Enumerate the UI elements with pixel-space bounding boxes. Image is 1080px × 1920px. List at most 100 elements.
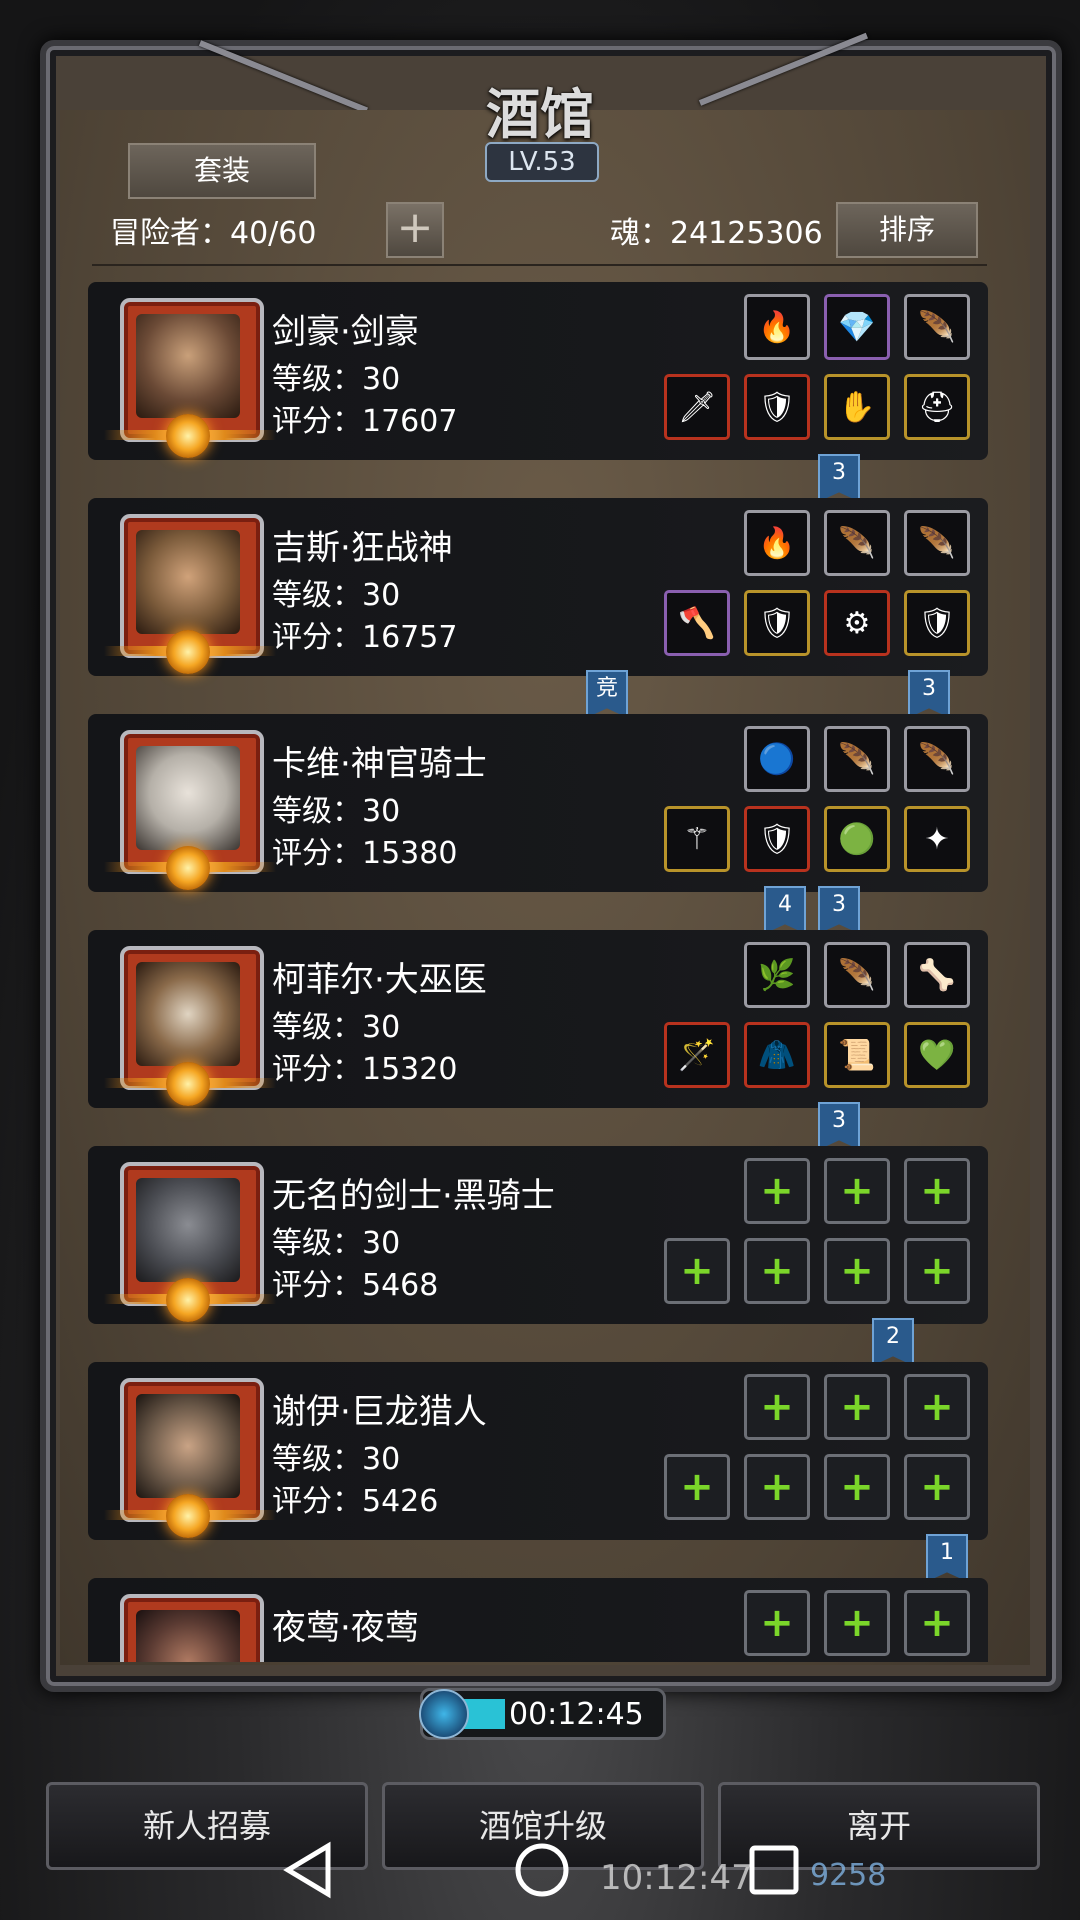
hero-level: 等级：30 [272, 362, 401, 397]
empty-slot-plus-icon[interactable]: + [744, 1158, 810, 1224]
rank-emblem-icon [166, 846, 210, 890]
empty-slot-plus-icon[interactable]: + [904, 1590, 970, 1656]
empty-slot-plus-icon[interactable]: + [744, 1590, 810, 1656]
robe-icon[interactable]: 🧥 [744, 1022, 810, 1088]
green-orb-icon[interactable]: 🟢 [824, 806, 890, 872]
hero-name: 柯菲尔·大巫医 [272, 960, 487, 1000]
home-icon[interactable] [512, 1840, 572, 1900]
hero-name: 无名的剑士·黑骑士 [272, 1176, 555, 1216]
helmet-icon[interactable]: ⛑ [904, 374, 970, 440]
hero-level: 等级：30 [272, 1442, 401, 1477]
hero-score: 评分：5468 [272, 1268, 439, 1303]
rank-emblem-icon [166, 1062, 210, 1106]
hero-card[interactable]: 吉斯·狂战神 等级：30 评分：16757 🔥 🪶 🪶 🪓 🛡 ⚙ 🛡 [88, 498, 988, 676]
hero-card[interactable]: 柯菲尔·大巫医 等级：30 评分：15320 🌿 🪶 🦴 🪄 🧥 📜 💚 [88, 930, 988, 1108]
empty-slot-plus-icon[interactable]: + [744, 1454, 810, 1520]
rank-emblem-icon [166, 1494, 210, 1538]
empty-slot-plus-icon[interactable]: + [744, 1374, 810, 1440]
empty-slot-plus-icon[interactable]: + [824, 1238, 890, 1304]
hero-list[interactable]: 剑豪·剑豪 等级：30 评分：17607 🔥 💎 🪶 🗡 🛡 ✋ ⛑ 3 吉斯·… [88, 282, 998, 1662]
hero-face [136, 314, 240, 418]
hero-card[interactable]: 谢伊·巨龙猎人 等级：30 评分：5426 + + + + + + + [88, 1362, 988, 1540]
blue-orb-icon[interactable]: 🔵 [744, 726, 810, 792]
hero-face [136, 1610, 240, 1662]
hero-portrait [120, 1594, 264, 1662]
claw-icon[interactable]: 🦴 [904, 942, 970, 1008]
axe-icon[interactable]: 🪓 [664, 590, 730, 656]
hero-card[interactable]: 无名的剑士·黑骑士 等级：30 评分：5468 + + + + + + + [88, 1146, 988, 1324]
rank-emblem-icon [166, 414, 210, 458]
hero-portrait [104, 730, 276, 890]
wand-icon[interactable]: 🪄 [664, 1022, 730, 1088]
empty-slot-plus-icon[interactable]: + [824, 1374, 890, 1440]
purple-gem-icon[interactable]: 💎 [824, 294, 890, 360]
empty-slot-plus-icon[interactable]: + [904, 1158, 970, 1224]
hero-level: 等级：30 [272, 1226, 401, 1261]
green-gem-icon[interactable]: 💚 [904, 1022, 970, 1088]
hero-face [136, 530, 240, 634]
empty-slot-plus-icon[interactable]: + [664, 1454, 730, 1520]
amulet-icon[interactable]: ✦ [904, 806, 970, 872]
armor-icon[interactable]: 🛡 [744, 806, 810, 872]
empty-slot-plus-icon[interactable]: + [824, 1158, 890, 1224]
hero-score: 评分：15380 [272, 836, 458, 871]
gauntlet-icon[interactable]: ✋ [824, 374, 890, 440]
shield-icon[interactable]: 🛡 [904, 590, 970, 656]
empty-slot-plus-icon[interactable]: + [904, 1374, 970, 1440]
hero-portrait [104, 298, 276, 458]
hero-face [136, 746, 240, 850]
armor-icon[interactable]: 🛡 [744, 374, 810, 440]
back-icon[interactable] [280, 1840, 336, 1900]
empty-slot-plus-icon[interactable]: + [744, 1238, 810, 1304]
green-totem-icon[interactable]: 🌿 [744, 942, 810, 1008]
empty-slot-plus-icon[interactable]: + [904, 1238, 970, 1304]
feather-icon[interactable]: 🪶 [824, 510, 890, 576]
feather-icon[interactable]: 🪶 [824, 726, 890, 792]
upgrade-ribbon: 3 [818, 1102, 860, 1150]
hero-name: 吉斯·狂战神 [272, 528, 453, 568]
upgrade-ribbon: 4 [764, 886, 806, 934]
staff-icon[interactable]: ⚚ [664, 806, 730, 872]
feather-icon[interactable]: 🪶 [904, 726, 970, 792]
hero-card[interactable]: 卡维·神官骑士 等级：30 评分：15380 🔵 🪶 🪶 ⚚ 🛡 🟢 ✦ [88, 714, 988, 892]
recent-apps-icon[interactable] [744, 1840, 804, 1900]
feather-icon[interactable]: 🪶 [824, 942, 890, 1008]
divider [92, 264, 987, 266]
hero-score: 评分：17607 [272, 404, 458, 439]
page-title: 酒馆 [486, 82, 594, 146]
timer-text: 00:12:45 [509, 1697, 644, 1732]
upgrade-timer: 00:12:45 [419, 1688, 666, 1740]
fire-orb-icon[interactable]: 🔥 [744, 510, 810, 576]
sort-button[interactable]: 排序 [836, 202, 978, 258]
hero-score: 评分：16757 [272, 620, 458, 655]
fire-orb-icon[interactable]: 🔥 [744, 294, 810, 360]
upgrade-ribbon: 2 [872, 1318, 914, 1366]
system-navbar [0, 1820, 1080, 1920]
empty-slot-plus-icon[interactable]: + [904, 1454, 970, 1520]
hero-card[interactable]: 剑豪·剑豪 等级：30 评分：17607 🔥 💎 🪶 🗡 🛡 ✋ ⛑ [88, 282, 988, 460]
orb-icon[interactable]: ⚙ [824, 590, 890, 656]
hero-card[interactable]: 夜莺·夜莺 + + + [88, 1578, 988, 1662]
hero-name: 剑豪·剑豪 [272, 312, 419, 352]
feather-icon[interactable]: 🪶 [904, 294, 970, 360]
hero-portrait [104, 514, 276, 674]
soul-count: 魂：24125306 [610, 216, 823, 251]
upgrade-ribbon: 3 [818, 886, 860, 934]
upgrade-ribbon: 3 [818, 454, 860, 502]
hero-level: 等级：30 [272, 578, 401, 613]
hero-score: 评分：5426 [272, 1484, 439, 1519]
sword-icon[interactable]: 🗡 [664, 374, 730, 440]
add-adventurer-button[interactable]: + [386, 202, 444, 258]
belt-icon[interactable]: 📜 [824, 1022, 890, 1088]
hero-portrait [104, 1378, 276, 1538]
empty-slot-plus-icon[interactable]: + [664, 1238, 730, 1304]
feather-icon[interactable]: 🪶 [904, 510, 970, 576]
hero-portrait [104, 946, 276, 1106]
hero-face [136, 1178, 240, 1282]
rank-emblem-icon [166, 630, 210, 674]
empty-slot-plus-icon[interactable]: + [824, 1590, 890, 1656]
set-button[interactable]: 套装 [128, 143, 316, 199]
armor-icon[interactable]: 🛡 [744, 590, 810, 656]
rank-emblem-icon [166, 1278, 210, 1322]
empty-slot-plus-icon[interactable]: + [824, 1454, 890, 1520]
